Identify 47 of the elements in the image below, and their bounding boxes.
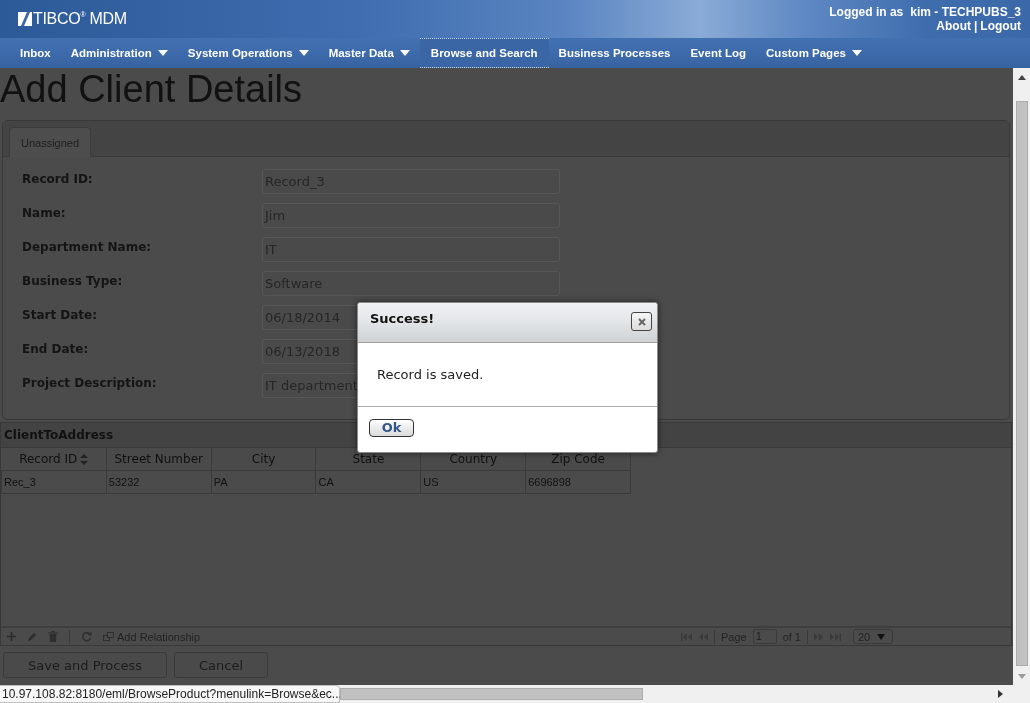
column-header[interactable]: Record ID (1, 448, 107, 471)
field-label: Project Description: (22, 375, 158, 390)
add-icon[interactable] (7, 632, 16, 641)
field-label: End Date: (22, 341, 90, 356)
scrollbar-thumb[interactable] (340, 688, 643, 700)
table-cell: US (420, 470, 526, 494)
column-header[interactable]: City (211, 448, 316, 471)
nav-menu-item[interactable]: Custom Pages (756, 38, 872, 68)
logo-icon (18, 12, 32, 26)
header-link[interactable]: About (936, 19, 971, 33)
logged-in-label: Logged in as (829, 5, 904, 19)
refresh-icon[interactable] (81, 631, 92, 642)
close-button[interactable] (631, 312, 652, 331)
header-link[interactable]: Logout (980, 19, 1021, 33)
edit-icon[interactable] (27, 631, 37, 642)
user-name: kim - TECHPUBS_3 (910, 5, 1021, 19)
scroll-down-arrow-icon[interactable] (1017, 674, 1026, 679)
field-label: Department Name: (22, 239, 153, 254)
column-header[interactable]: Street Number (106, 448, 212, 471)
close-icon (637, 317, 646, 326)
dialog-title: Success! (370, 310, 435, 326)
ok-button[interactable]: Ok (369, 419, 414, 437)
table-cell: 6696898 (525, 470, 631, 494)
nav-menu-item[interactable]: System Operations (177, 38, 319, 68)
table-cell: PA (211, 470, 316, 494)
table-cell: 53232 (106, 470, 212, 494)
relationship-icon (103, 632, 114, 641)
nav-menu-item[interactable]: Business Processes (548, 38, 681, 68)
scrollbar-thumb[interactable] (1015, 101, 1028, 666)
nav-menu-item[interactable]: Master Data (318, 38, 420, 68)
nav-menu-item[interactable]: Inbox (10, 38, 61, 68)
field-label: Record ID: (22, 171, 94, 186)
scroll-right-arrow-icon[interactable] (998, 690, 1003, 698)
link-separator: | (974, 19, 978, 33)
nav-menu-item[interactable]: Administration (60, 38, 178, 68)
scroll-up-arrow-icon[interactable] (1017, 75, 1026, 80)
dropdown-caret-icon (877, 633, 886, 640)
status-url: 10.97.108.82:8180/eml/BrowseProduct?menulink=Browse&ec... (0, 685, 340, 703)
delete-icon[interactable] (48, 631, 58, 642)
dialog-message: Record is saved. (377, 367, 484, 382)
nav-menu-item[interactable]: Browse and Search (419, 38, 549, 68)
logo-text: TIBCO$^{®}$ MDM (33, 10, 127, 28)
nav-menu-item[interactable]: Event Log (680, 38, 757, 68)
table-cell: Rec_3 (1, 470, 107, 494)
field-label: Start Date: (22, 307, 99, 322)
table-cell: CA (316, 470, 421, 494)
page-title: Add Client Details (0, 68, 304, 112)
